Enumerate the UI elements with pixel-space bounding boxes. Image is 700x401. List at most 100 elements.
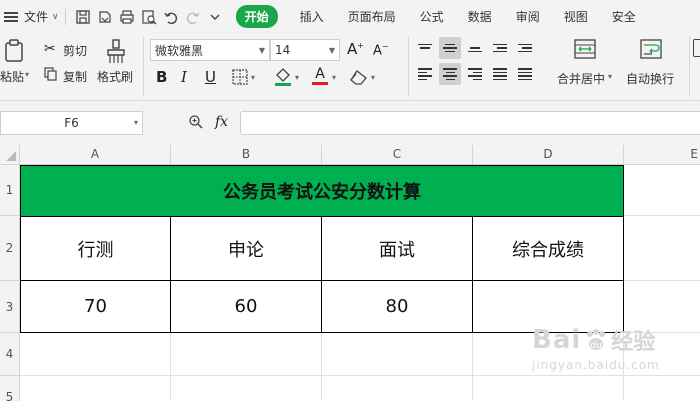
align-right-icon[interactable] xyxy=(464,63,486,85)
distributed-align-icon[interactable] xyxy=(514,63,536,85)
ribbon: 粘贴 ▾ ✂ 剪切 复制 格式刷 微软雅黑 ▼ 14 ▼ A+ A− B I U… xyxy=(0,33,700,101)
cell-d2[interactable]: 综合成绩 xyxy=(473,216,624,281)
chevron-down-icon[interactable]: ▾ xyxy=(608,72,612,81)
column-header-d[interactable]: D xyxy=(473,145,624,165)
chevron-down-icon[interactable]: ▾ xyxy=(251,73,255,82)
font-color-icon[interactable]: A xyxy=(312,66,328,85)
tab-formulas[interactable]: 公式 xyxy=(420,8,444,25)
export-icon[interactable] xyxy=(94,6,116,28)
paste-button[interactable] xyxy=(4,39,26,66)
file-menu[interactable]: 文件 ∨ xyxy=(0,0,59,33)
watermark: Bai du 经验 jingyan.baidu.com xyxy=(532,324,697,386)
increase-indent-icon[interactable] xyxy=(514,37,536,59)
tab-insert[interactable]: 插入 xyxy=(300,8,324,25)
zoom-icon[interactable] xyxy=(188,114,204,133)
cell-c4[interactable] xyxy=(322,333,473,376)
cell-b5[interactable] xyxy=(171,376,322,401)
title-cell-a1[interactable]: 公务员考试公安分数计算 xyxy=(20,165,624,216)
font-name-dropdown[interactable]: 微软雅黑 ▼ xyxy=(150,39,270,61)
align-bottom-icon[interactable] xyxy=(464,37,486,59)
chevron-down-icon: ∨ xyxy=(52,11,59,22)
bold-button[interactable]: B xyxy=(156,68,167,86)
format-painter-icon[interactable] xyxy=(105,39,127,68)
formula-input[interactable] xyxy=(240,111,700,135)
cell-c2[interactable]: 面试 xyxy=(322,216,473,281)
row-header-4[interactable]: 4 xyxy=(0,333,20,376)
eraser-icon[interactable] xyxy=(350,69,368,88)
cell-a2[interactable]: 行测 xyxy=(20,216,171,281)
chevron-down-icon: ▼ xyxy=(258,45,265,55)
select-all-corner[interactable] xyxy=(0,145,20,165)
paste-label[interactable]: 粘贴 xyxy=(0,68,24,85)
justify-icon[interactable] xyxy=(489,63,511,85)
customize-quick-access-icon[interactable] xyxy=(204,6,226,28)
column-header-e[interactable]: E xyxy=(624,145,700,165)
cell-b2[interactable]: 申论 xyxy=(171,216,322,281)
copy-button[interactable]: 复制 xyxy=(63,68,87,85)
redo-icon[interactable] xyxy=(182,6,204,28)
cell-a5[interactable] xyxy=(20,376,171,401)
underline-button[interactable]: U xyxy=(205,68,216,86)
print-icon[interactable] xyxy=(116,6,138,28)
cell-e1[interactable] xyxy=(624,165,700,216)
align-middle-icon[interactable] xyxy=(439,37,461,59)
chevron-down-icon: ▾ xyxy=(133,118,138,127)
borders-icon[interactable] xyxy=(232,69,248,88)
clipboard-icon xyxy=(5,39,23,62)
tab-view[interactable]: 视图 xyxy=(564,8,588,25)
align-left-icon[interactable] xyxy=(414,63,436,85)
cell-c5[interactable] xyxy=(322,376,473,401)
cut-button[interactable]: 剪切 xyxy=(63,42,87,59)
chevron-down-icon: ▼ xyxy=(328,45,335,55)
cell-c3[interactable]: 80 xyxy=(322,281,473,333)
increase-font-size-button[interactable]: A+ xyxy=(347,40,364,58)
row-header-2[interactable]: 2 xyxy=(0,216,20,281)
watermark-brand: Bai xyxy=(532,325,582,355)
tab-home[interactable]: 开始 xyxy=(235,5,278,28)
row-header-3[interactable]: 3 xyxy=(0,281,20,333)
scissors-icon: ✂ xyxy=(44,41,56,57)
fill-color-icon[interactable] xyxy=(274,67,292,90)
name-box[interactable]: F6 ▾ xyxy=(0,111,143,135)
cell-b3[interactable]: 60 xyxy=(171,281,322,333)
italic-button[interactable]: I xyxy=(181,68,187,86)
tab-security[interactable]: 安全 xyxy=(612,8,636,25)
column-header-c[interactable]: C xyxy=(322,145,473,165)
print-preview-icon[interactable] xyxy=(138,6,160,28)
undo-icon[interactable] xyxy=(160,6,182,28)
tab-review[interactable]: 审阅 xyxy=(516,8,540,25)
divider xyxy=(64,8,66,25)
merge-center-button[interactable]: 合并居中 xyxy=(557,70,605,87)
function-icon[interactable]: fx xyxy=(215,114,228,130)
wrap-text-icon[interactable] xyxy=(640,39,662,62)
divider xyxy=(408,37,409,97)
divider xyxy=(143,37,144,97)
cell-a3[interactable]: 70 xyxy=(20,281,171,333)
decrease-indent-icon[interactable] xyxy=(489,37,511,59)
cell-b4[interactable] xyxy=(171,333,322,376)
decrease-font-size-button[interactable]: A− xyxy=(373,42,389,58)
save-icon[interactable] xyxy=(72,6,94,28)
align-center-icon[interactable] xyxy=(439,63,461,85)
merge-center-icon[interactable] xyxy=(574,39,596,62)
align-top-icon[interactable] xyxy=(414,37,436,59)
increase-font-glyph: A xyxy=(347,40,358,58)
cell-a4[interactable] xyxy=(20,333,171,376)
row-header-5[interactable]: 5 xyxy=(0,376,20,401)
hamburger-icon xyxy=(4,11,18,22)
wrap-text-button[interactable]: 自动换行 xyxy=(626,70,674,87)
watermark-suffix: 经验 xyxy=(611,330,656,355)
font-size-dropdown[interactable]: 14 ▼ xyxy=(270,39,340,61)
tab-page-layout[interactable]: 页面布局 xyxy=(348,8,396,25)
cell-e2[interactable] xyxy=(624,216,700,281)
row-header-1[interactable]: 1 xyxy=(0,165,20,216)
chevron-down-icon[interactable]: ▾ xyxy=(371,73,375,82)
chevron-down-icon[interactable]: ▾ xyxy=(295,73,299,82)
chevron-down-icon[interactable]: ▾ xyxy=(332,73,336,82)
format-painter-button[interactable]: 格式刷 xyxy=(97,68,133,85)
next-group-icon[interactable] xyxy=(693,39,700,57)
chevron-down-icon[interactable]: ▾ xyxy=(25,70,29,79)
tab-data[interactable]: 数据 xyxy=(468,8,492,25)
column-header-a[interactable]: A xyxy=(20,145,171,165)
column-header-b[interactable]: B xyxy=(171,145,322,165)
